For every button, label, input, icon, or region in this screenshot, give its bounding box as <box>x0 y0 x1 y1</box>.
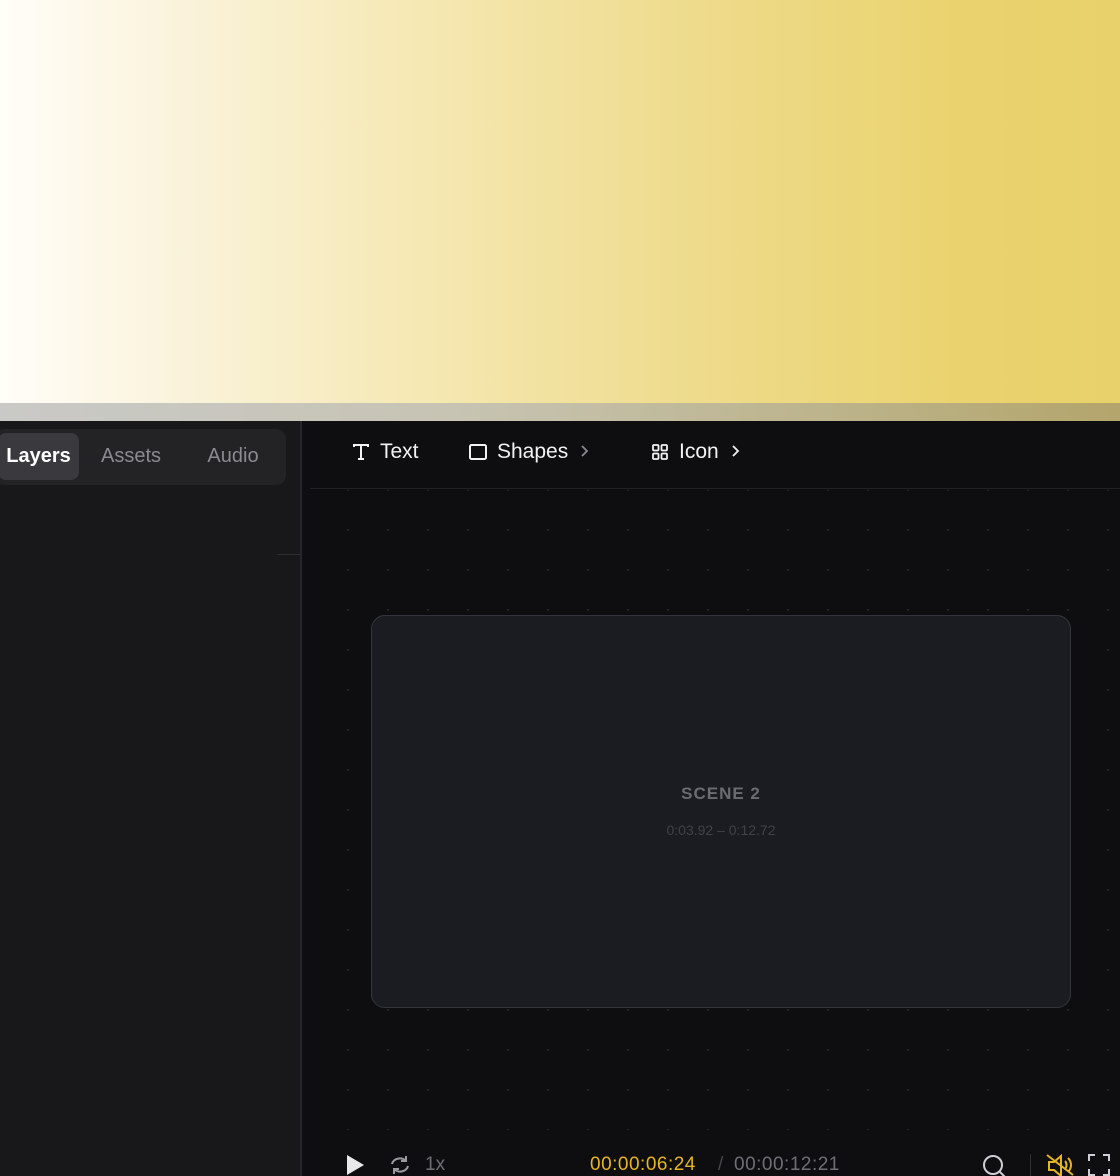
toolbar-separator <box>1030 1154 1031 1176</box>
tab-audio[interactable]: Audio <box>188 433 278 480</box>
zoom-button[interactable] <box>982 1154 1008 1176</box>
fullscreen-icon <box>1088 1154 1110 1176</box>
canvas[interactable]: SCENE 2 0:03.92 – 0:12.72 <box>310 490 1120 1130</box>
square-icon <box>467 441 489 463</box>
loop-button[interactable] <box>388 1154 412 1176</box>
text-tool-button[interactable]: Text <box>350 437 419 467</box>
play-icon <box>347 1155 364 1175</box>
shapes-tool-button[interactable]: Shapes <box>467 437 590 467</box>
current-timecode: 00:00:06:24 <box>590 1154 696 1175</box>
toolbar: Text Shapes Icon <box>310 421 1120 489</box>
sidebar-divider-line <box>277 554 300 555</box>
sidebar-tabs: Layers Assets Audio <box>0 429 286 485</box>
editor-app: Layers Assets Audio Text Shapes Icon SCE… <box>0 421 1120 1176</box>
loop-icon <box>391 1156 409 1174</box>
search-icon <box>983 1155 1006 1176</box>
text-icon <box>350 441 372 463</box>
icon-tool-label: Icon <box>679 440 719 463</box>
mute-button[interactable] <box>1046 1154 1074 1176</box>
tab-layers[interactable]: Layers <box>0 433 79 480</box>
hero-banner <box>0 0 1120 403</box>
banner-strip <box>0 403 1120 421</box>
scene-time-range: 0:03.92 – 0:12.72 <box>666 822 776 838</box>
sidebar: Layers Assets Audio <box>0 421 300 1176</box>
tab-assets[interactable]: Assets <box>86 433 176 480</box>
fullscreen-button[interactable] <box>1088 1154 1110 1176</box>
panel-divider[interactable] <box>300 421 302 1176</box>
volume-muted-icon <box>1046 1154 1074 1176</box>
shapes-tool-label: Shapes <box>497 440 569 463</box>
play-button[interactable] <box>344 1154 366 1176</box>
chevron-right-icon <box>731 442 741 463</box>
grid-icon <box>649 441 671 463</box>
playback-bar: 1x 00:00:06:24 / 00:00:12:21 <box>310 1130 1120 1176</box>
chevron-right-icon <box>580 442 590 463</box>
icon-tool-button[interactable]: Icon <box>649 437 741 467</box>
text-tool-label: Text <box>380 440 419 463</box>
playback-speed[interactable]: 1x <box>425 1154 445 1176</box>
total-timecode: 00:00:12:21 <box>734 1154 840 1175</box>
timecode-separator: / <box>718 1154 724 1175</box>
scene-title: SCENE 2 <box>681 784 761 803</box>
scene-card[interactable]: SCENE 2 0:03.92 – 0:12.72 <box>371 615 1071 1008</box>
